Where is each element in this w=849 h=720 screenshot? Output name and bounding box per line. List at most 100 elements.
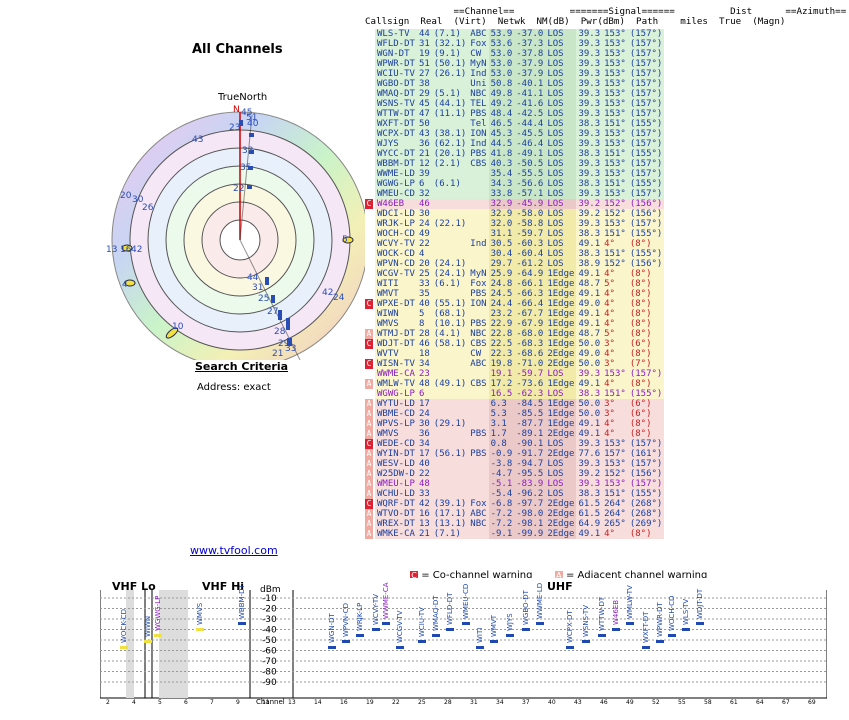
cell-real: 25 (416, 269, 432, 279)
cell-network: Tel (468, 119, 489, 129)
warning-badge: C (365, 499, 373, 509)
table-row: WFLD-DT 31 (32.1) Fox 53.6 -37.3 LOS 39.3 153° (1… (365, 39, 665, 49)
cell-network: MyN (468, 59, 489, 69)
cell-real: 32 (416, 189, 432, 199)
cell-magn: (8°) (627, 349, 665, 359)
cell-callsign (365, 119, 375, 129)
cell-callsign (365, 179, 375, 189)
cell-nm: 24.5 (488, 289, 515, 299)
cell-nm: 23.2 (488, 309, 515, 319)
cell-magn: (157°) (627, 79, 665, 89)
cell-virt: (49.1) (431, 379, 469, 389)
cell-network: ABC (468, 509, 489, 519)
cell-true: 4° (602, 379, 628, 389)
cell-callsign-text: WITI (375, 279, 417, 289)
table-row: A WCHU-LD 33 -5.4 -96.2 LOS 38.3 151° (155°) (365, 489, 665, 499)
cell-real: 40 (416, 459, 432, 469)
table-row: C WDJT-DT 46 (58.1) CBS 22.5 -68.3 1Edge 50.0 3°(… (365, 339, 665, 349)
cell-real: 47 (416, 109, 432, 119)
cell-nm: 53.0 (488, 49, 515, 59)
cell-callsign-text: WTMJ-DT (375, 329, 417, 339)
cell-callsign: A (365, 399, 375, 409)
cell-pwr: -94.7 (514, 459, 546, 469)
spectrum-bar (372, 628, 380, 631)
cell-callsign-text: WPXE-DT (375, 299, 417, 309)
cell-magn: (155°) (627, 389, 665, 399)
cell-magn: (157°) (627, 39, 665, 49)
svg-text:43: 43 (192, 135, 203, 145)
polar-plot: TrueNorth N 45 51 23 40 43 33 35 22 20 3… (106, 92, 369, 360)
cell-true: 153° (602, 139, 628, 149)
y-tick-label: -80 (262, 668, 277, 678)
cell-nm: 32.0 (488, 219, 515, 229)
cell-network: Ind (468, 139, 489, 149)
y-tick-label: -90 (262, 678, 277, 688)
spectrum-bar (612, 628, 620, 631)
cell-true: 153° (602, 159, 628, 169)
cell-real: 30 (416, 419, 432, 429)
cell-dist: 39.2 (576, 199, 603, 209)
cell-path: LOS (545, 39, 577, 49)
cell-network (468, 259, 489, 269)
cell-real: 46 (416, 199, 432, 209)
cell-nm: -3.8 (488, 459, 515, 469)
cell-nm: 19.1 (488, 369, 515, 379)
cell-callsign-text: WCPX-DT (375, 129, 417, 139)
cell-callsign-text: WBME-CD (375, 409, 417, 419)
cell-pwr: -68.3 (514, 339, 546, 349)
tvfool-link[interactable]: www.tvfool.com (190, 544, 278, 557)
table-row: WPWR-DT 51 (50.1) MyN 53.0 -37.9 LOS 39.3 153° (1… (365, 59, 665, 69)
cell-callsign-text: WVTV (375, 349, 417, 359)
table-row: A WMVS 36 PBS 1.7 -89.1 2Edge 49.1 4° (8°) (365, 429, 665, 439)
spectrum-bar (522, 628, 530, 631)
spectrum-bar (642, 646, 650, 649)
table-row: C WEDE-CD 34 0.8 -90.1 LOS 39.3 153° (157°) (365, 439, 665, 449)
cell-magn: (8°) (627, 239, 665, 249)
cell-pwr: -41.6 (514, 99, 546, 109)
spectrum-label: WMVT (490, 614, 498, 637)
svg-text:31: 31 (252, 283, 263, 293)
north-marker: N (233, 105, 240, 115)
cell-callsign-text: W46EB (375, 199, 417, 209)
cell-true: 4° (602, 529, 628, 539)
cell-nm: -5.4 (488, 489, 515, 499)
cell-callsign-text: WOCH-CD (375, 229, 417, 239)
warning-badge: A (365, 399, 373, 409)
cell-network (468, 529, 489, 539)
channel-tick-label: 61 (730, 699, 738, 706)
cell-pwr: -66.3 (514, 289, 546, 299)
cell-nm: 5.3 (488, 409, 515, 419)
page-title: All Channels (192, 42, 283, 57)
cell-real: 6 (416, 389, 432, 399)
cell-callsign (365, 269, 375, 279)
cell-path: 1Edge (545, 309, 577, 319)
cell-callsign: A (365, 519, 375, 529)
cell-true: 151° (602, 489, 628, 499)
cell-path: 2Edge (545, 509, 577, 519)
cell-network: CBS (468, 159, 489, 169)
cell-pwr: -90.1 (514, 439, 546, 449)
cell-real: 36 (416, 429, 432, 439)
spectrum-bar (154, 634, 162, 637)
channel-tick-label: 4 (132, 699, 136, 706)
cell-magn: (8°) (627, 299, 665, 309)
cell-nm: -5.1 (488, 479, 515, 489)
cell-path: LOS (545, 89, 577, 99)
search-criteria-title: Search Criteria (195, 360, 289, 373)
cell-network (468, 249, 489, 259)
warning-badge: A (365, 489, 373, 499)
cell-dist: 48.7 (576, 329, 603, 339)
cell-magn: (157°) (627, 129, 665, 139)
cell-real: 17 (416, 449, 432, 459)
table-row: A WBME-CD 24 5.3 -85.5 1Edge 50.0 3° (6°) (365, 409, 665, 419)
y-tick-label: -10 (262, 594, 277, 604)
cell-true: 4° (602, 239, 628, 249)
cell-nm: 48.4 (488, 109, 515, 119)
cell-dist: 39.3 (576, 59, 603, 69)
cell-true: 152° (602, 209, 628, 219)
cell-callsign (365, 239, 375, 249)
cell-virt: (56.1) (431, 449, 469, 459)
spectrum-label: WDJT-DT (696, 588, 704, 619)
svg-text:13: 13 (106, 245, 117, 255)
cell-dist: 39.3 (576, 169, 603, 179)
